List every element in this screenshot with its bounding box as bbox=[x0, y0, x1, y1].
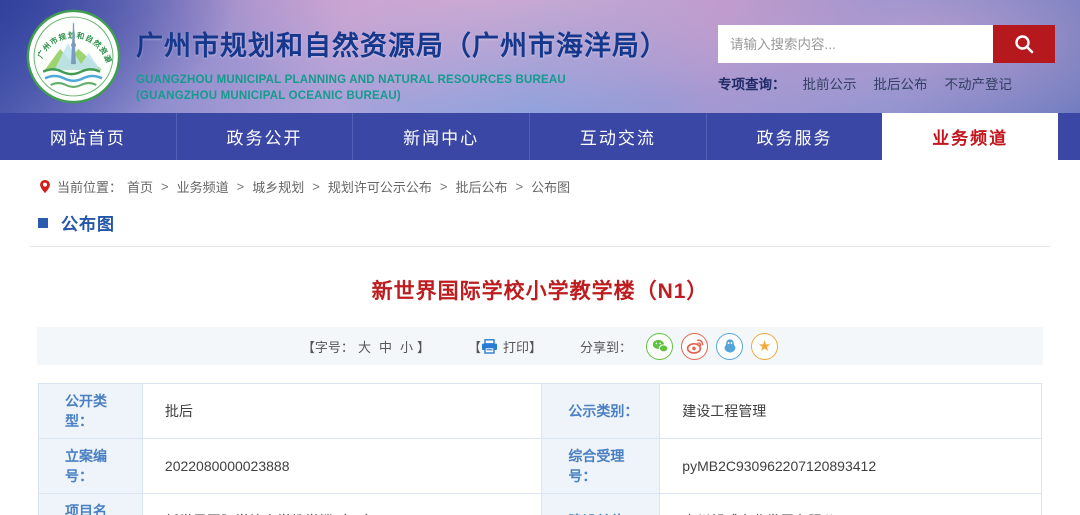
site-header: 广州市规划和自然资源局 广州市规划和自然资源局（广州市海洋局） GUANGZHO… bbox=[0, 0, 1080, 113]
nav-tab-interaction[interactable]: 互动交流 bbox=[529, 113, 706, 160]
link-pre-approval-notice[interactable]: 批前公示 bbox=[803, 73, 857, 93]
section-divider bbox=[30, 246, 1050, 247]
article-title: 新世界国际学校小学教学楼（N1） bbox=[371, 280, 709, 303]
print-button[interactable]: 打印 bbox=[481, 337, 529, 356]
breadcrumb-separator: > bbox=[312, 179, 320, 194]
special-query-row: 专项查询： 批前公示 批后公布 不动产登记 bbox=[718, 73, 1055, 93]
share-wechat-button[interactable] bbox=[646, 332, 674, 360]
printer-icon bbox=[481, 338, 498, 354]
nav-tab-gov-affairs[interactable]: 政务公开 bbox=[175, 113, 353, 160]
font-size-control: 【字号： 大 中 小 】 bbox=[302, 337, 430, 356]
main-nav: 网站首页 政务公开 新闻中心 互动交流 政务服务 业务频道 bbox=[0, 113, 1080, 160]
font-size-large-button[interactable]: 大 bbox=[358, 337, 371, 356]
field-value: 广州朗威实业发展有限公司 bbox=[659, 493, 1042, 515]
wechat-icon bbox=[652, 339, 668, 353]
crumb-business-channel[interactable]: 业务频道 bbox=[177, 177, 229, 196]
breadcrumb: 当前位置： 首页 > 业务频道 > 城乡规划 > 规划许可公示公布 > 批后公布… bbox=[0, 160, 1080, 196]
search-icon bbox=[1015, 35, 1034, 54]
print-label: 打印 bbox=[503, 339, 530, 355]
nav-tab-news-center[interactable]: 新闻中心 bbox=[352, 113, 529, 160]
site-branding: 广州市规划和自然资源局（广州市海洋局） GUANGZHOU MUNICIPAL … bbox=[136, 24, 668, 104]
field-label: 公示类别： bbox=[541, 383, 661, 439]
share-label: 分享到： bbox=[580, 339, 633, 355]
square-bullet-icon bbox=[38, 217, 48, 228]
breadcrumb-separator: > bbox=[236, 179, 245, 194]
field-label: 建设单位： bbox=[541, 493, 661, 515]
field-value: 建设工程管理 bbox=[659, 383, 1042, 439]
nav-tab-business-channel[interactable]: 业务频道 bbox=[882, 113, 1059, 160]
site-title: 广州市规划和自然资源局（广州市海洋局） bbox=[136, 31, 668, 61]
link-real-estate-registration[interactable]: 不动产登记 bbox=[945, 73, 1013, 93]
project-info-table: 公开类型： 批后 公示类别： 建设工程管理 立案编号： 202208000002… bbox=[38, 383, 1042, 515]
field-value: 批后 bbox=[141, 383, 543, 439]
breadcrumb-label: 当前位置： bbox=[57, 180, 123, 195]
search-button[interactable] bbox=[993, 25, 1055, 63]
weibo-icon bbox=[686, 339, 703, 354]
breadcrumb-separator: > bbox=[161, 179, 169, 194]
qq-icon bbox=[724, 339, 736, 353]
nav-tab-gov-services[interactable]: 政务服务 bbox=[705, 113, 883, 160]
crumb-permit-publicity[interactable]: 规划许可公示公布 bbox=[328, 177, 432, 196]
field-label: 公开类型： bbox=[38, 383, 143, 439]
search-bar bbox=[718, 25, 1055, 63]
search-input[interactable] bbox=[718, 25, 993, 63]
crumb-post-approval[interactable]: 批后公布 bbox=[455, 177, 507, 196]
breadcrumb-separator: > bbox=[439, 179, 448, 194]
table-row: 立案编号： 2022080000023888 综合受理号： pyMB2C9309… bbox=[38, 438, 1042, 494]
share-favorite-button[interactable]: ★ bbox=[751, 332, 779, 360]
table-row: 公开类型： 批后 公示类别： 建设工程管理 bbox=[38, 383, 1042, 439]
crumb-home[interactable]: 首页 bbox=[127, 177, 153, 196]
crumb-urban-rural-planning[interactable]: 城乡规划 bbox=[252, 177, 304, 196]
favorite-star-icon: ★ bbox=[757, 337, 772, 355]
font-size-label-close: 】 bbox=[416, 339, 430, 355]
field-value: pyMB2C930962207120893412 bbox=[659, 438, 1042, 494]
article-toolbar: 【字号： 大 中 小 】 【 打印 】 分享到： ★ bbox=[37, 327, 1043, 365]
site-subtitle: GUANGZHOU MUNICIPAL PLANNING AND NATURAL… bbox=[136, 74, 566, 102]
breadcrumb-separator: > bbox=[515, 179, 524, 194]
field-value: 新世界国际学校小学教学楼（N1） bbox=[141, 493, 543, 515]
table-row: 项目名称： 新世界国际学校小学教学楼（N1） 建设单位： 广州朗威实业发展有限公… bbox=[38, 493, 1042, 515]
field-label: 立案编号： bbox=[38, 438, 143, 494]
field-label: 项目名称： bbox=[38, 493, 143, 515]
location-pin-icon bbox=[40, 179, 50, 194]
crumb-publication-map: 公布图 bbox=[531, 180, 571, 195]
print-control: 【 打印 】 bbox=[468, 337, 542, 356]
field-label: 综合受理号： bbox=[541, 438, 661, 494]
link-post-approval-notice[interactable]: 批后公布 bbox=[874, 73, 928, 93]
nav-tab-home[interactable]: 网站首页 bbox=[0, 113, 176, 160]
section-header: 公布图 bbox=[30, 210, 1050, 235]
share-qq-button[interactable] bbox=[716, 332, 744, 360]
bureau-logo-icon[interactable]: 广州市规划和自然资源局 bbox=[26, 9, 121, 104]
share-control: 分享到： ★ bbox=[580, 332, 779, 360]
print-bracket-close: 】 bbox=[529, 339, 543, 355]
font-size-label: 【字号： bbox=[301, 339, 354, 355]
field-value: 2022080000023888 bbox=[141, 438, 543, 494]
font-size-medium-button[interactable]: 中 bbox=[379, 337, 392, 356]
section-title: 公布图 bbox=[61, 215, 115, 234]
print-bracket-open: 【 bbox=[468, 339, 482, 355]
share-weibo-button[interactable] bbox=[681, 332, 709, 360]
font-size-small-button[interactable]: 小 bbox=[400, 337, 413, 356]
special-query-label: 专项查询： bbox=[718, 77, 786, 92]
